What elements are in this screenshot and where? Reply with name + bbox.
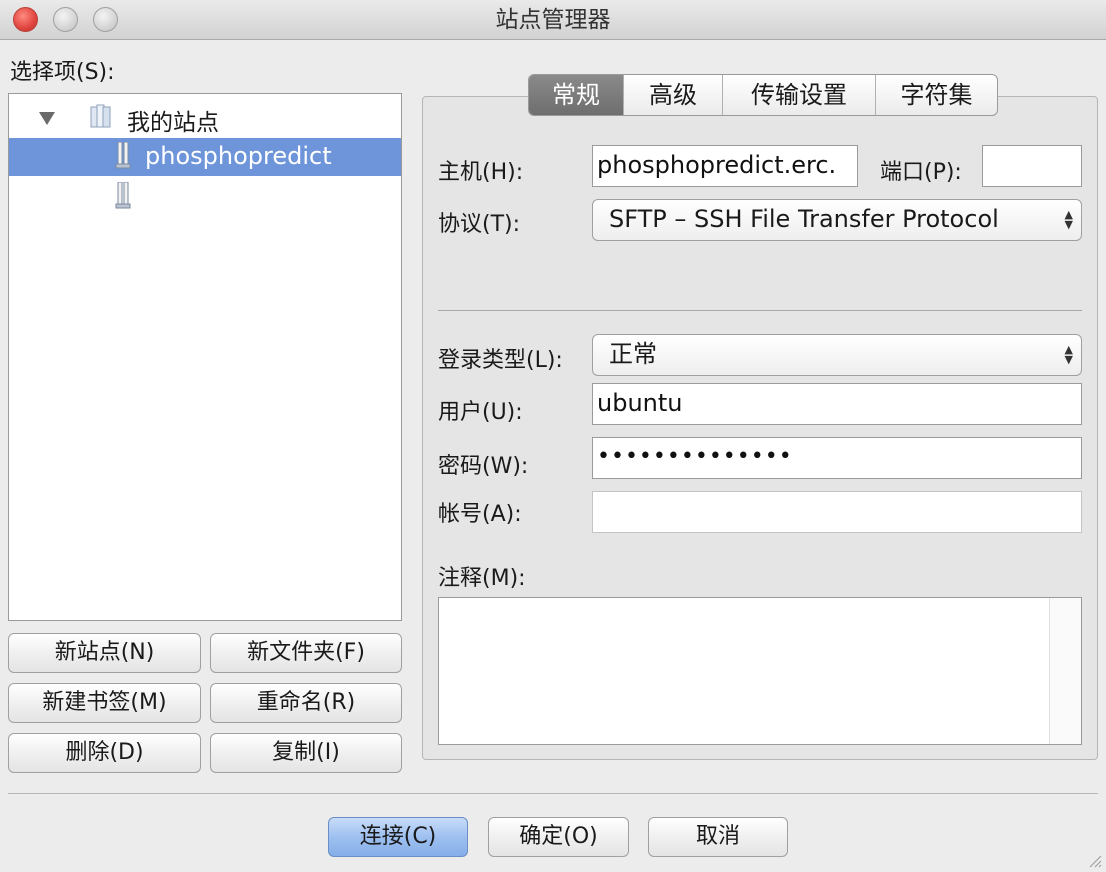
password-input[interactable]: •••••••••••••• [592,437,1082,479]
host-label: 主机(H): [438,160,524,185]
section-divider [438,310,1082,311]
protocol-select-value: SFTP – SSH File Transfer Protocol [609,205,999,233]
tab-advanced[interactable]: 高级 [624,75,723,115]
disclosure-triangle-icon[interactable] [39,112,55,125]
logon-type-select[interactable]: 正常 ▲ ▼ [592,334,1082,376]
copy-button[interactable]: 复制(I) [210,733,402,773]
port-input[interactable] [982,145,1082,187]
comments-textarea[interactable] [438,597,1082,745]
host-input[interactable]: phosphopredict.erc. [592,145,858,187]
tree-row-site-unnamed[interactable] [9,178,401,216]
title-bar: 站点管理器 [0,0,1106,40]
protocol-select[interactable]: SFTP – SSH File Transfer Protocol ▲ ▼ [592,199,1082,241]
tree-row-my-sites[interactable]: 我的站点 [9,98,401,136]
tree-row-site-phosphopredict[interactable]: phosphopredict [9,138,401,176]
new-site-button[interactable]: 新站点(N) [8,633,201,673]
window-title: 站点管理器 [495,7,611,33]
rename-button[interactable]: 重命名(R) [210,683,402,723]
tab-bar: 常规 高级 传输设置 字符集 [528,74,998,116]
connect-button[interactable]: 连接(C) [328,817,468,857]
account-label-text: 帐号(A): [438,502,522,527]
folder-icon [90,104,111,128]
footer-divider [8,793,1098,794]
user-label: 用户(U): [438,400,523,425]
logon-type-select-value: 正常 [609,340,657,368]
site-tree[interactable]: 我的站点 phosphopredict [8,93,402,621]
password-label: 密码(W): [438,454,529,479]
updown-arrows-icon: ▲ ▼ [1064,343,1073,366]
new-folder-button[interactable]: 新文件夹(F) [210,633,402,673]
comments-label: 注释(M): [438,566,526,591]
updown-arrows-icon: ▲ ▼ [1064,208,1073,231]
ok-button[interactable]: 确定(O) [488,817,629,857]
resize-grip-icon[interactable] [1088,854,1102,868]
tab-charset[interactable]: 字符集 [876,75,997,115]
new-bookmark-button[interactable]: 新建书签(M) [8,683,201,723]
tab-transfer-settings[interactable]: 传输设置 [723,75,876,115]
delete-button[interactable]: 删除(D) [8,733,201,773]
tree-label-site: phosphopredict [145,142,332,170]
cancel-button[interactable]: 取消 [648,817,788,857]
server-icon [115,182,131,209]
site-manager-window: 站点管理器 选择项(S): 我的站点 phosphopredict 新站点(N)… [0,0,1106,872]
user-input[interactable]: ubuntu [592,383,1082,425]
account-input[interactable] [592,491,1082,533]
comments-scrollbar[interactable] [1049,598,1081,744]
tree-label-my-sites: 我的站点 [127,110,219,136]
protocol-label: 协议(T): [438,212,521,237]
logon-type-label: 登录类型(L): [438,348,563,373]
select-entry-label: 选择项(S): [10,60,115,85]
server-icon [115,142,131,169]
port-label: 端口(P): [880,160,962,185]
tab-general[interactable]: 常规 [529,75,624,115]
